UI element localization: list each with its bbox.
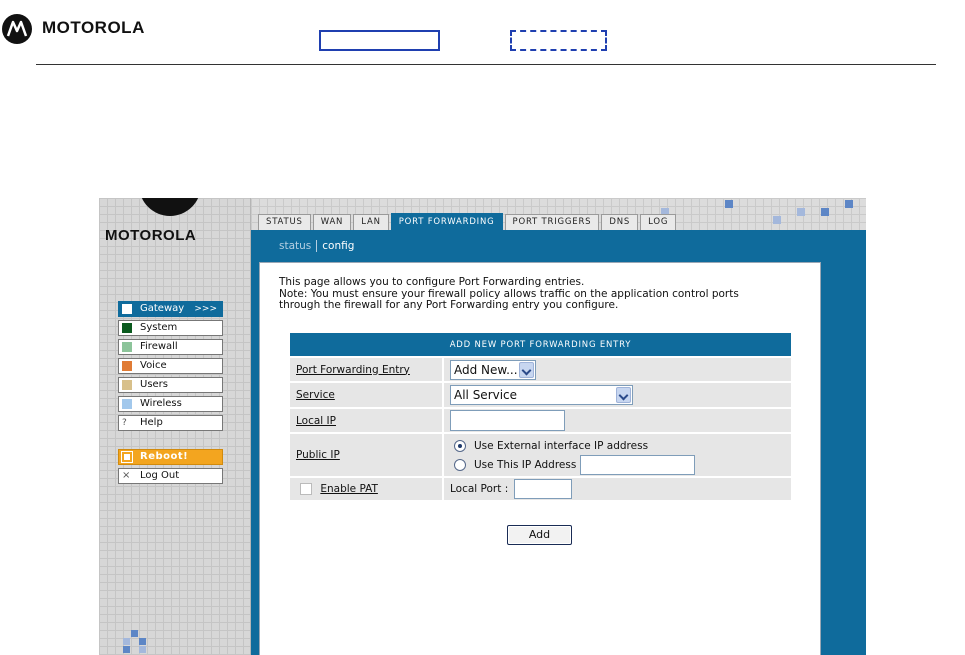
tab-dns[interactable]: DNS [601,214,639,230]
annotation-box-solid [319,30,440,51]
service-cell: All Service [443,382,791,409]
radio-use-this-ip[interactable] [454,458,466,471]
entry-select[interactable]: Add New... [450,359,536,380]
intro-line: This page allows you to configure Port F… [279,276,585,288]
square-icon [122,380,132,390]
public-ip-label: Public IP [290,433,444,478]
pixel-decoration [131,630,138,637]
square-icon [122,342,132,352]
tab-log[interactable]: LOG [640,214,677,230]
radio-this-ip-label: Use This IP Address [474,458,577,471]
left-panel: MOTOROLA Gateway >>> System Firewall Voi… [99,198,251,655]
subnav-config-link[interactable]: config [317,240,354,252]
motorola-batwing-icon [2,14,32,44]
gateway-config-window: MOTOROLA Gateway >>> System Firewall Voi… [99,198,866,655]
pixel-decoration [845,200,853,208]
doc-header-rule [36,64,936,65]
reboot-button[interactable]: Reboot! [118,449,223,465]
sub-navigation: status config [279,240,354,252]
local-port-input[interactable] [513,479,572,499]
pixel-decoration [725,200,733,208]
pixel-decoration [139,646,146,653]
tab-port-triggers[interactable]: PORT TRIGGERS [504,214,600,230]
help-icon: ? [122,418,127,428]
entry-label-text: Port Forwarding Entry [296,363,410,376]
intro-text: This page allows you to configure Port F… [279,276,809,312]
radio-external-label: Use External interface IP address [474,439,649,452]
local-ip-cell [443,408,791,434]
intro-line: through the firewall for any Port Forwar… [279,299,619,311]
pixel-decoration [123,638,130,645]
service-select-value: All Service [454,388,518,402]
menu-label: Wireless [140,398,182,409]
local-port-cell: Local Port : [443,477,791,502]
port-forwarding-form: ADD NEW PORT FORWARDING ENTRY Port Forwa… [290,333,791,502]
logout-button[interactable]: × Log Out [118,468,223,484]
chevron-down-icon [616,387,631,403]
local-ip-input[interactable] [450,410,565,431]
square-icon [122,323,132,333]
menu-item-voice[interactable]: Voice [118,358,223,374]
local-port-label: Local Port : [450,483,509,495]
pixel-decoration [821,208,829,216]
service-label-text: Service [296,389,335,401]
menu-item-gateway[interactable]: Gateway >>> [118,301,223,317]
tab-lan[interactable]: LAN [353,214,389,230]
menu-item-help[interactable]: ? Help [118,415,223,431]
menu-label: Firewall [140,341,178,352]
side-menu: Gateway >>> System Firewall Voice Users [118,301,223,487]
enable-pat-checkbox[interactable] [300,483,312,495]
square-icon [122,399,132,409]
tab-status[interactable]: STATUS [258,214,311,230]
menu-item-system[interactable]: System [118,320,223,336]
menu-item-users[interactable]: Users [118,377,223,393]
public-ip-label-text: Public IP [296,449,340,461]
square-icon [122,361,132,371]
tab-bar: STATUS WAN LAN PORT FORWARDING PORT TRIG… [258,213,677,230]
local-ip-label: Local IP [290,408,444,434]
menu-label: Help [140,417,163,428]
subnav-status-link[interactable]: status [279,240,318,252]
enable-pat-cell: Enable PAT [290,477,444,502]
menu-item-wireless[interactable]: Wireless [118,396,223,412]
add-button[interactable]: Add [507,525,572,545]
entry-select-value: Add New... [454,362,518,377]
radio-external-row: Use External interface IP address [454,436,791,455]
form-header: ADD NEW PORT FORWARDING ENTRY [290,333,791,358]
chevron-down-icon [519,361,534,378]
tab-wan[interactable]: WAN [312,214,352,230]
entry-cell: Add New... [443,357,791,383]
menu-label: Voice [140,360,167,371]
app-brand-name: MOTOROLA [105,227,197,244]
pixel-decoration [123,646,130,653]
pixel-decoration [773,216,781,224]
pixel-decoration [797,208,805,216]
enable-pat-label: Enable PAT [320,483,378,495]
annotation-box-dashed [510,30,607,51]
tab-port-forwarding[interactable]: PORT FORWARDING [390,213,503,230]
pixel-decoration [139,638,146,645]
content-panel: This page allows you to configure Port F… [259,262,821,655]
menu-label: Users [140,379,169,390]
service-select[interactable]: All Service [450,385,633,405]
public-ip-cell: Use External interface IP address Use Th… [443,433,791,478]
menu-label: Reboot! [140,451,189,462]
expand-arrows-icon: >>> [194,304,217,314]
close-icon: × [122,470,131,481]
doc-brand-name: MOTOROLA [42,18,145,37]
reboot-icon [122,452,132,462]
service-label: Service [290,382,444,409]
menu-label: Log Out [140,470,180,481]
motorola-logo-icon [139,198,201,216]
public-ip-input[interactable] [580,454,696,475]
menu-label: System [140,322,178,333]
radio-this-ip-row: Use This IP Address [454,454,791,475]
square-icon [122,304,132,314]
radio-use-external[interactable] [454,439,466,452]
entry-label: Port Forwarding Entry [290,357,444,383]
menu-item-firewall[interactable]: Firewall [118,339,223,355]
menu-label: Gateway [140,303,185,314]
motorola-doc-logo: MOTOROLA [0,12,200,48]
local-ip-label-text: Local IP [296,414,336,427]
